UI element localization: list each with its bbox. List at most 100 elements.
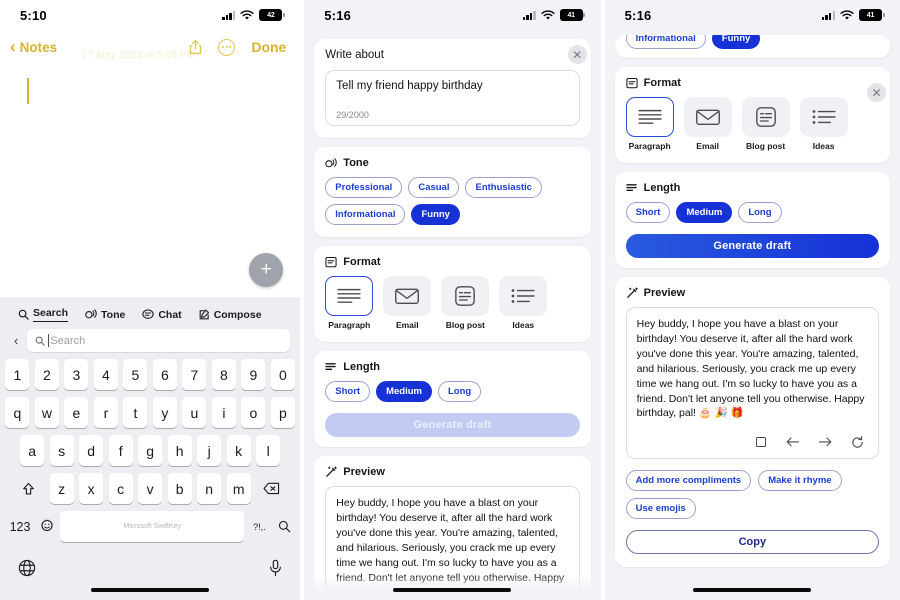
key-m[interactable]: m bbox=[226, 473, 251, 504]
key-u[interactable]: u bbox=[182, 397, 207, 428]
backspace-icon[interactable] bbox=[256, 473, 287, 504]
done-button[interactable]: Done bbox=[251, 39, 286, 55]
key-h[interactable]: h bbox=[167, 435, 192, 466]
globe-icon[interactable] bbox=[18, 559, 36, 582]
format-option-paragraph[interactable]: Paragraph bbox=[325, 276, 374, 330]
keyboard-tab-compose[interactable]: Compose bbox=[199, 309, 262, 321]
format-option-blog-post[interactable]: Blog post bbox=[441, 276, 490, 330]
key-4[interactable]: 4 bbox=[93, 359, 118, 390]
add-plus-icon[interactable]: + bbox=[249, 253, 284, 287]
copy-button[interactable]: Copy bbox=[625, 530, 879, 555]
key-p[interactable]: p bbox=[270, 397, 295, 428]
key-y[interactable]: y bbox=[152, 397, 177, 428]
key-b[interactable]: b bbox=[167, 473, 192, 504]
notes-back-button[interactable]: ‹ Notes bbox=[10, 38, 58, 55]
battery-icon: 42 bbox=[259, 9, 285, 21]
close-icon[interactable]: ✕ bbox=[867, 83, 886, 102]
key-k[interactable]: k bbox=[226, 435, 251, 466]
key-s[interactable]: s bbox=[49, 435, 74, 466]
length-chip-long[interactable]: Long bbox=[438, 381, 482, 402]
punctuation-key[interactable]: ?!,. bbox=[250, 522, 268, 532]
format-option-ideas[interactable]: Ideas bbox=[799, 97, 848, 151]
shift-icon[interactable] bbox=[13, 473, 44, 504]
key-j[interactable]: j bbox=[197, 435, 222, 466]
generate-draft-button[interactable]: Generate draft bbox=[325, 413, 580, 437]
key-l[interactable]: l bbox=[256, 435, 281, 466]
length-chip-short[interactable]: Short bbox=[625, 202, 671, 223]
key-3[interactable]: 3 bbox=[64, 359, 89, 390]
key-r[interactable]: r bbox=[93, 397, 118, 428]
key-f[interactable]: f bbox=[108, 435, 133, 466]
key-x[interactable]: x bbox=[79, 473, 104, 504]
suggestion-chip-use-emojis[interactable]: Use emojis bbox=[625, 498, 696, 520]
key-7[interactable]: 7 bbox=[182, 359, 207, 390]
key-0[interactable]: 0 bbox=[270, 359, 295, 390]
length-chip-medium[interactable]: Medium bbox=[376, 381, 432, 402]
spacebar-key[interactable]: Microsoft SwiftKey bbox=[60, 511, 245, 542]
arrow-left-icon[interactable] bbox=[786, 435, 800, 449]
key-d[interactable]: d bbox=[79, 435, 104, 466]
length-chip-long[interactable]: Long bbox=[738, 202, 782, 223]
close-icon[interactable]: ✕ bbox=[567, 45, 587, 64]
arrow-right-icon[interactable] bbox=[818, 435, 832, 449]
notes-back-label: Notes bbox=[19, 39, 58, 55]
search-input[interactable]: Search bbox=[27, 329, 291, 352]
generate-draft-button[interactable]: Generate draft bbox=[625, 234, 879, 258]
numeric-key[interactable]: 123 bbox=[6, 520, 34, 534]
keyboard-tab-chat[interactable]: Chat bbox=[142, 309, 182, 321]
emoji-icon[interactable] bbox=[40, 518, 54, 535]
key-o[interactable]: o bbox=[241, 397, 266, 428]
format-option-ideas[interactable]: Ideas bbox=[499, 276, 548, 330]
phone-panel-compose-form: 5:16 41 Notes ✕ Write about Tell my frie… bbox=[304, 0, 601, 600]
status-time: 5:10 bbox=[20, 7, 47, 23]
key-v[interactable]: v bbox=[138, 473, 163, 504]
format-option-email[interactable]: Email bbox=[683, 97, 732, 151]
key-8[interactable]: 8 bbox=[211, 359, 236, 390]
tone-chip-professional[interactable]: Professional bbox=[325, 177, 403, 198]
tone-chip-funny[interactable]: Funny bbox=[411, 204, 460, 225]
tone-chip-informational[interactable]: Informational bbox=[625, 35, 706, 49]
key-i[interactable]: i bbox=[211, 397, 236, 428]
keyboard-search-icon[interactable] bbox=[274, 520, 294, 533]
length-chip-group: Short Medium Long bbox=[325, 381, 579, 402]
key-e[interactable]: e bbox=[64, 397, 89, 428]
length-title-row: Length bbox=[625, 182, 879, 194]
key-2[interactable]: 2 bbox=[34, 359, 59, 390]
suggestion-chip-add-more-compliments[interactable]: Add more compliments bbox=[625, 470, 752, 492]
keyboard-tab-search[interactable]: Search bbox=[18, 307, 69, 322]
key-9[interactable]: 9 bbox=[241, 359, 266, 390]
microphone-icon[interactable] bbox=[269, 559, 282, 582]
length-icon bbox=[325, 363, 337, 370]
format-option-label: Email bbox=[395, 320, 419, 330]
key-t[interactable]: t bbox=[123, 397, 148, 428]
format-option-email[interactable]: Email bbox=[383, 276, 432, 330]
stop-square-icon[interactable] bbox=[754, 435, 768, 449]
tone-chip-informational[interactable]: Informational bbox=[325, 204, 406, 225]
format-option-blog-post[interactable]: Blog post bbox=[741, 97, 790, 151]
key-g[interactable]: g bbox=[138, 435, 163, 466]
regenerate-icon[interactable] bbox=[850, 435, 864, 449]
key-5[interactable]: 5 bbox=[123, 359, 148, 390]
three-phone-screenshot-stage: 5:10 42 17 May 2023 at 5:09 PM ‹ Notes D… bbox=[0, 0, 900, 600]
key-n[interactable]: n bbox=[197, 473, 222, 504]
more-options-icon[interactable] bbox=[218, 38, 236, 56]
tone-chip-funny[interactable]: Funny bbox=[711, 35, 761, 49]
key-6[interactable]: 6 bbox=[152, 359, 177, 390]
key-1[interactable]: 1 bbox=[5, 359, 30, 390]
key-a[interactable]: a bbox=[20, 435, 45, 466]
length-chip-medium[interactable]: Medium bbox=[676, 202, 733, 223]
write-about-input[interactable]: Tell my friend happy birthday 29/2000 bbox=[325, 70, 580, 126]
keyboard-tab-tone[interactable]: Tone bbox=[85, 309, 125, 321]
key-z[interactable]: z bbox=[49, 473, 74, 504]
tone-chip-enthusiastic[interactable]: Enthusiastic bbox=[465, 177, 542, 198]
key-q[interactable]: q bbox=[5, 397, 30, 428]
suggestion-chip-make-it-rhyme[interactable]: Make it rhyme bbox=[758, 470, 842, 492]
key-w[interactable]: w bbox=[34, 397, 59, 428]
share-icon[interactable] bbox=[189, 39, 202, 55]
home-indicator bbox=[393, 587, 512, 592]
format-option-paragraph[interactable]: Paragraph bbox=[625, 97, 674, 151]
chevron-left-icon[interactable]: ‹ bbox=[14, 333, 18, 348]
key-c[interactable]: c bbox=[108, 473, 133, 504]
length-chip-short[interactable]: Short bbox=[325, 381, 371, 402]
tone-chip-casual[interactable]: Casual bbox=[408, 177, 460, 198]
